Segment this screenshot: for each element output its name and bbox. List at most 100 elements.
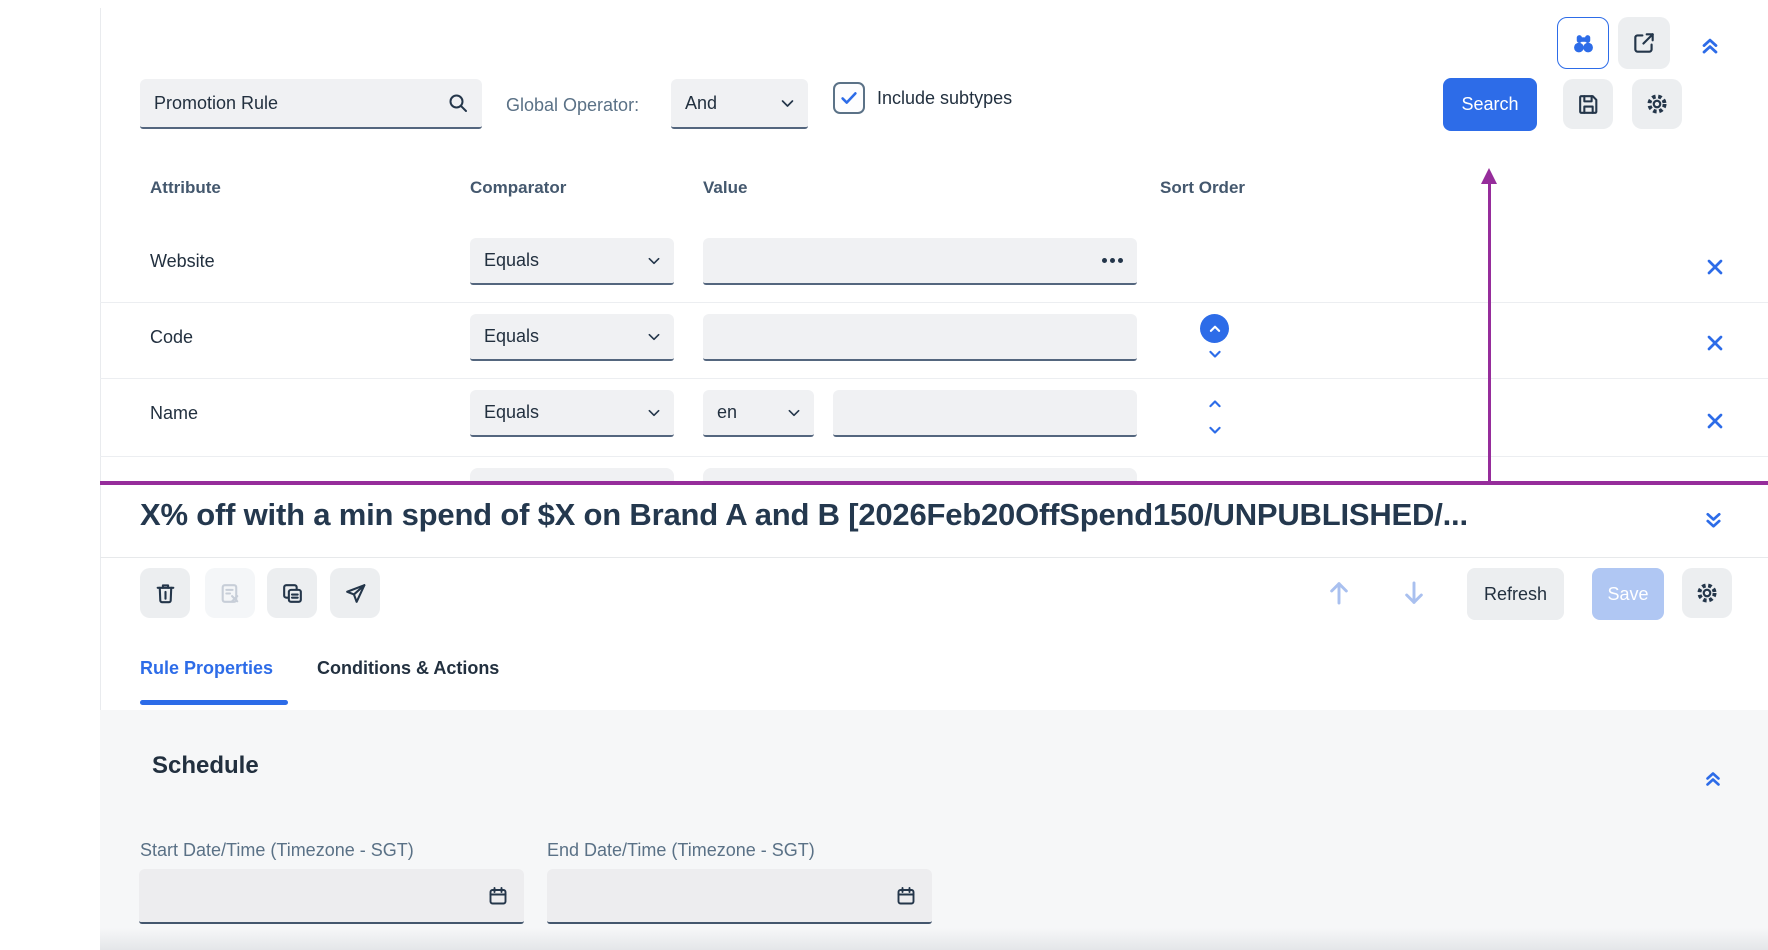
publish-rule-button[interactable] (330, 568, 380, 618)
start-datetime-input[interactable] (139, 885, 486, 906)
remove-row-button[interactable] (1702, 330, 1728, 356)
active-tab-underline (140, 700, 288, 705)
search-settings-button[interactable] (1632, 79, 1682, 129)
value-input[interactable] (703, 250, 1102, 271)
promotion-rule-workspace: Global Operator: And Include subtypes Se… (0, 0, 1768, 950)
chevron-down-icon (779, 95, 796, 112)
search-input-field (140, 79, 482, 129)
comparator-select[interactable]: Equals (470, 314, 674, 361)
sort-descending-button[interactable] (1203, 420, 1227, 440)
trash-icon (153, 581, 178, 606)
close-icon (1704, 256, 1726, 278)
copy-icon (280, 581, 305, 606)
include-subtypes-checkbox[interactable] (833, 82, 865, 114)
language-select[interactable]: en (703, 390, 814, 437)
start-datetime-label: Start Date/Time (Timezone - SGT) (140, 838, 414, 862)
remove-row-button[interactable] (1702, 408, 1728, 434)
drag-marker-line (1488, 183, 1491, 481)
row-divider (100, 302, 1768, 303)
drag-marker-arrowhead-icon (1481, 168, 1497, 184)
tab-conditions-actions[interactable]: Conditions & Actions (317, 658, 499, 679)
value-reference-field[interactable] (703, 238, 1137, 285)
gear-icon (1694, 580, 1720, 606)
chevron-down-icon (646, 329, 662, 345)
column-header-attribute: Attribute (150, 178, 221, 198)
schedule-heading: Schedule (152, 752, 259, 780)
calendar-icon[interactable] (486, 884, 510, 908)
collapse-search-panel-button[interactable] (1695, 30, 1725, 60)
move-rule-down-button (1397, 574, 1431, 612)
calendar-icon[interactable] (894, 884, 918, 908)
comparator-value: Equals (484, 250, 539, 271)
comparator-select[interactable] (470, 468, 674, 481)
value-field[interactable] (703, 314, 1137, 361)
rule-settings-button[interactable] (1682, 568, 1732, 618)
end-datetime-label: End Date/Time (Timezone - SGT) (547, 838, 815, 862)
chevron-down-icon (1205, 420, 1225, 440)
save-rule-button: Save (1592, 568, 1664, 620)
refresh-button[interactable]: Refresh (1467, 568, 1564, 620)
chevron-down-icon (1205, 344, 1225, 364)
column-header-comparator: Comparator (470, 178, 566, 198)
arrow-up-icon (1323, 576, 1355, 610)
row-attribute-label: Code (150, 314, 410, 361)
panel-bottom-fade (100, 928, 1768, 950)
arrow-down-icon (1398, 576, 1430, 610)
comparator-select[interactable]: Equals (470, 238, 674, 285)
advanced-search-toggle-button[interactable] (1557, 17, 1609, 69)
chevron-down-icon (646, 253, 662, 269)
binoculars-icon (1570, 30, 1597, 57)
copy-rule-button[interactable] (267, 568, 317, 618)
end-datetime-input[interactable] (547, 885, 894, 906)
rule-title: X% off with a min spend of $X on Brand A… (140, 497, 1468, 533)
chevron-down-icon (786, 405, 802, 421)
end-datetime-field[interactable] (547, 869, 932, 924)
search-button[interactable]: Search (1443, 78, 1537, 131)
search-icon[interactable] (446, 91, 470, 115)
row-divider (100, 378, 1768, 379)
deactivate-rule-button (205, 568, 255, 618)
search-input[interactable] (140, 93, 446, 114)
global-operator-label: Global Operator: (506, 81, 639, 129)
comparator-select[interactable]: Equals (470, 390, 674, 437)
global-operator-select[interactable]: And (671, 79, 808, 129)
chevron-up-icon (1206, 320, 1224, 338)
chevron-up-icon (1205, 394, 1225, 414)
value-input[interactable] (703, 326, 1137, 347)
publish-paper-plane-icon (343, 581, 368, 606)
save-search-button[interactable] (1563, 79, 1613, 129)
row-attribute-label: Name (150, 390, 410, 437)
sort-descending-button[interactable] (1203, 344, 1227, 364)
value-field[interactable] (703, 468, 1137, 481)
panel-split-divider[interactable] (100, 481, 1768, 485)
language-value: en (717, 402, 737, 423)
expand-title-button[interactable] (1698, 505, 1728, 535)
close-icon (1704, 332, 1726, 354)
row-divider (100, 456, 1768, 457)
comparator-value: Equals (484, 326, 539, 347)
value-field[interactable] (833, 390, 1137, 437)
checkmark-icon (838, 87, 860, 109)
remove-row-button[interactable] (1702, 254, 1728, 280)
collapse-schedule-button[interactable] (1698, 763, 1728, 793)
delete-rule-button[interactable] (140, 568, 190, 618)
start-datetime-field[interactable] (139, 869, 524, 924)
column-header-sort-order: Sort Order (1160, 178, 1245, 198)
value-input[interactable] (833, 402, 1137, 423)
double-chevron-up-icon (1697, 32, 1723, 58)
tab-rule-properties[interactable]: Rule Properties (140, 658, 273, 679)
close-icon (1704, 410, 1726, 432)
section-divider (100, 557, 1768, 558)
share-export-button[interactable] (1618, 17, 1670, 69)
comparator-value: Equals (484, 402, 539, 423)
double-chevron-up-icon (1701, 766, 1725, 790)
chevron-down-icon (646, 405, 662, 421)
column-header-value: Value (703, 178, 747, 198)
global-operator-value: And (685, 93, 717, 114)
save-icon (1576, 92, 1601, 117)
sort-ascending-button[interactable] (1200, 314, 1229, 343)
value-picker-dots-icon[interactable] (1102, 258, 1123, 263)
share-export-icon (1631, 30, 1657, 56)
sort-ascending-button[interactable] (1203, 394, 1227, 414)
row-attribute-label: Website (150, 238, 410, 285)
